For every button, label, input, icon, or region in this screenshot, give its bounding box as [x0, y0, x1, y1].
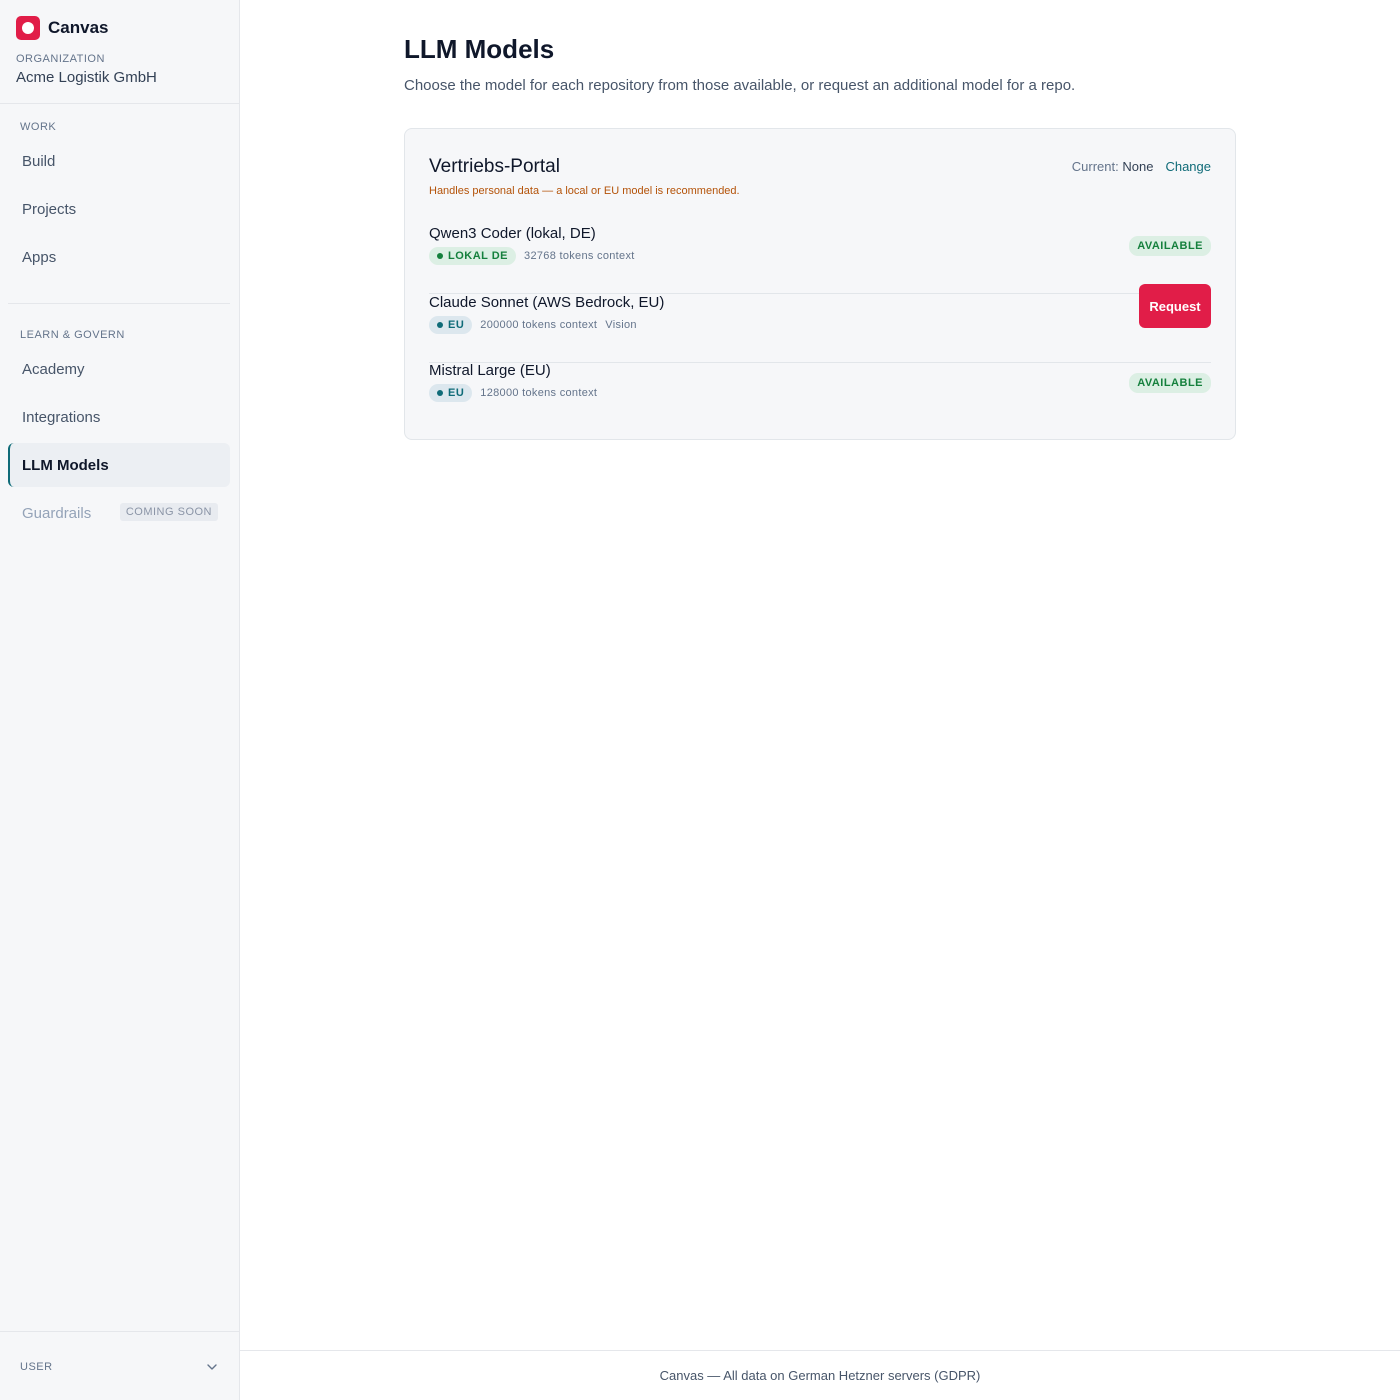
sidebar: Canvas ORGANIZATION Acme Logistik GmbH W… — [0, 0, 240, 1400]
sidebar-item-label: Integrations — [22, 408, 101, 426]
sidebar-item-guardrails: Guardrails COMING SOON — [8, 491, 230, 535]
sidebar-item-label: LLM Models — [22, 456, 109, 474]
personal-data-warning: Handles personal data — a local or EU mo… — [429, 185, 740, 197]
context-size: 32768 tokens context — [524, 250, 635, 262]
status-dot-icon — [437, 390, 443, 396]
context-size: 200000 tokens context — [480, 319, 598, 331]
sidebar-divider — [8, 303, 230, 304]
model-name: Qwen3 Coder (lokal, DE) — [429, 225, 596, 242]
app-name: Canvas — [48, 18, 109, 37]
status-dot-icon — [437, 322, 443, 328]
current-model: Current: None Change — [1072, 159, 1211, 174]
sidebar-divider — [0, 103, 239, 104]
current-value: None — [1122, 159, 1154, 174]
repo-card: Vertriebs-Portal Handles personal data —… — [404, 128, 1236, 440]
status-dot-icon — [437, 253, 443, 259]
page-subtitle: Choose the model for each repository fro… — [404, 77, 1076, 94]
sidebar-item-label: Academy — [22, 360, 85, 378]
change-link[interactable]: Change — [1165, 159, 1211, 174]
available-badge: AVAILABLE — [1129, 373, 1211, 393]
sidebar-item-llm-models[interactable]: LLM Models — [8, 443, 230, 487]
model-row-qwen3: Qwen3 Coder (lokal, DE) LOKAL DE 32768 t… — [429, 225, 1211, 294]
model-meta: EU 128000 tokens context — [429, 384, 597, 402]
brand[interactable]: Canvas — [16, 16, 108, 40]
model-name: Mistral Large (EU) — [429, 362, 551, 379]
main-content: LLM Models Choose the model for each rep… — [240, 0, 1400, 1350]
user-label: USER — [20, 1361, 53, 1373]
user-menu[interactable]: USER — [0, 1331, 239, 1400]
model-name: Claude Sonnet (AWS Bedrock, EU) — [429, 294, 665, 311]
region-label: EU — [448, 387, 465, 399]
sidebar-item-academy[interactable]: Academy — [8, 347, 230, 391]
coming-soon-badge: COMING SOON — [119, 503, 218, 521]
footer: Canvas — All data on German Hetzner serv… — [240, 1350, 1400, 1400]
sidebar-item-label: Guardrails — [22, 504, 92, 522]
context-size: 128000 tokens context — [480, 387, 598, 399]
sidebar-item-build[interactable]: Build — [8, 139, 230, 183]
model-meta: LOKAL DE 32768 tokens context — [429, 247, 635, 265]
available-badge: AVAILABLE — [1129, 236, 1211, 256]
sidebar-item-label: Apps — [22, 248, 57, 266]
current-label: Current: — [1071, 159, 1119, 174]
sidebar-item-apps[interactable]: Apps — [8, 235, 230, 279]
region-badge: EU — [429, 384, 473, 402]
organization-name: Acme Logistik GmbH — [16, 69, 157, 86]
page-title: LLM Models — [404, 34, 555, 64]
region-label: EU — [448, 319, 465, 331]
capability-vision: Vision — [605, 319, 637, 331]
region-label: LOKAL DE — [448, 250, 509, 262]
repo-name: Vertriebs-Portal — [429, 156, 560, 177]
sidebar-item-label: Projects — [22, 200, 77, 218]
sidebar-item-projects[interactable]: Projects — [8, 187, 230, 231]
organization-label: ORGANIZATION — [16, 53, 105, 65]
model-row-mistral-large: Mistral Large (EU) EU 128000 tokens cont… — [429, 362, 1211, 431]
region-badge: LOKAL DE — [429, 247, 517, 265]
region-badge: EU — [429, 316, 473, 334]
canvas-logo-icon — [16, 16, 40, 40]
sidebar-item-label: Build — [22, 152, 56, 170]
sidebar-item-integrations[interactable]: Integrations — [8, 395, 230, 439]
chevron-down-icon — [207, 1364, 217, 1370]
model-meta: EU 200000 tokens context Vision — [429, 316, 637, 334]
section-label-work: WORK — [20, 121, 57, 133]
footer-text: Canvas — All data on German Hetzner serv… — [659, 1368, 981, 1383]
model-row-claude-sonnet: Claude Sonnet (AWS Bedrock, EU) EU 20000… — [429, 284, 1211, 363]
request-button[interactable]: Request — [1139, 284, 1211, 328]
section-label-learn-govern: LEARN & GOVERN — [20, 329, 125, 341]
